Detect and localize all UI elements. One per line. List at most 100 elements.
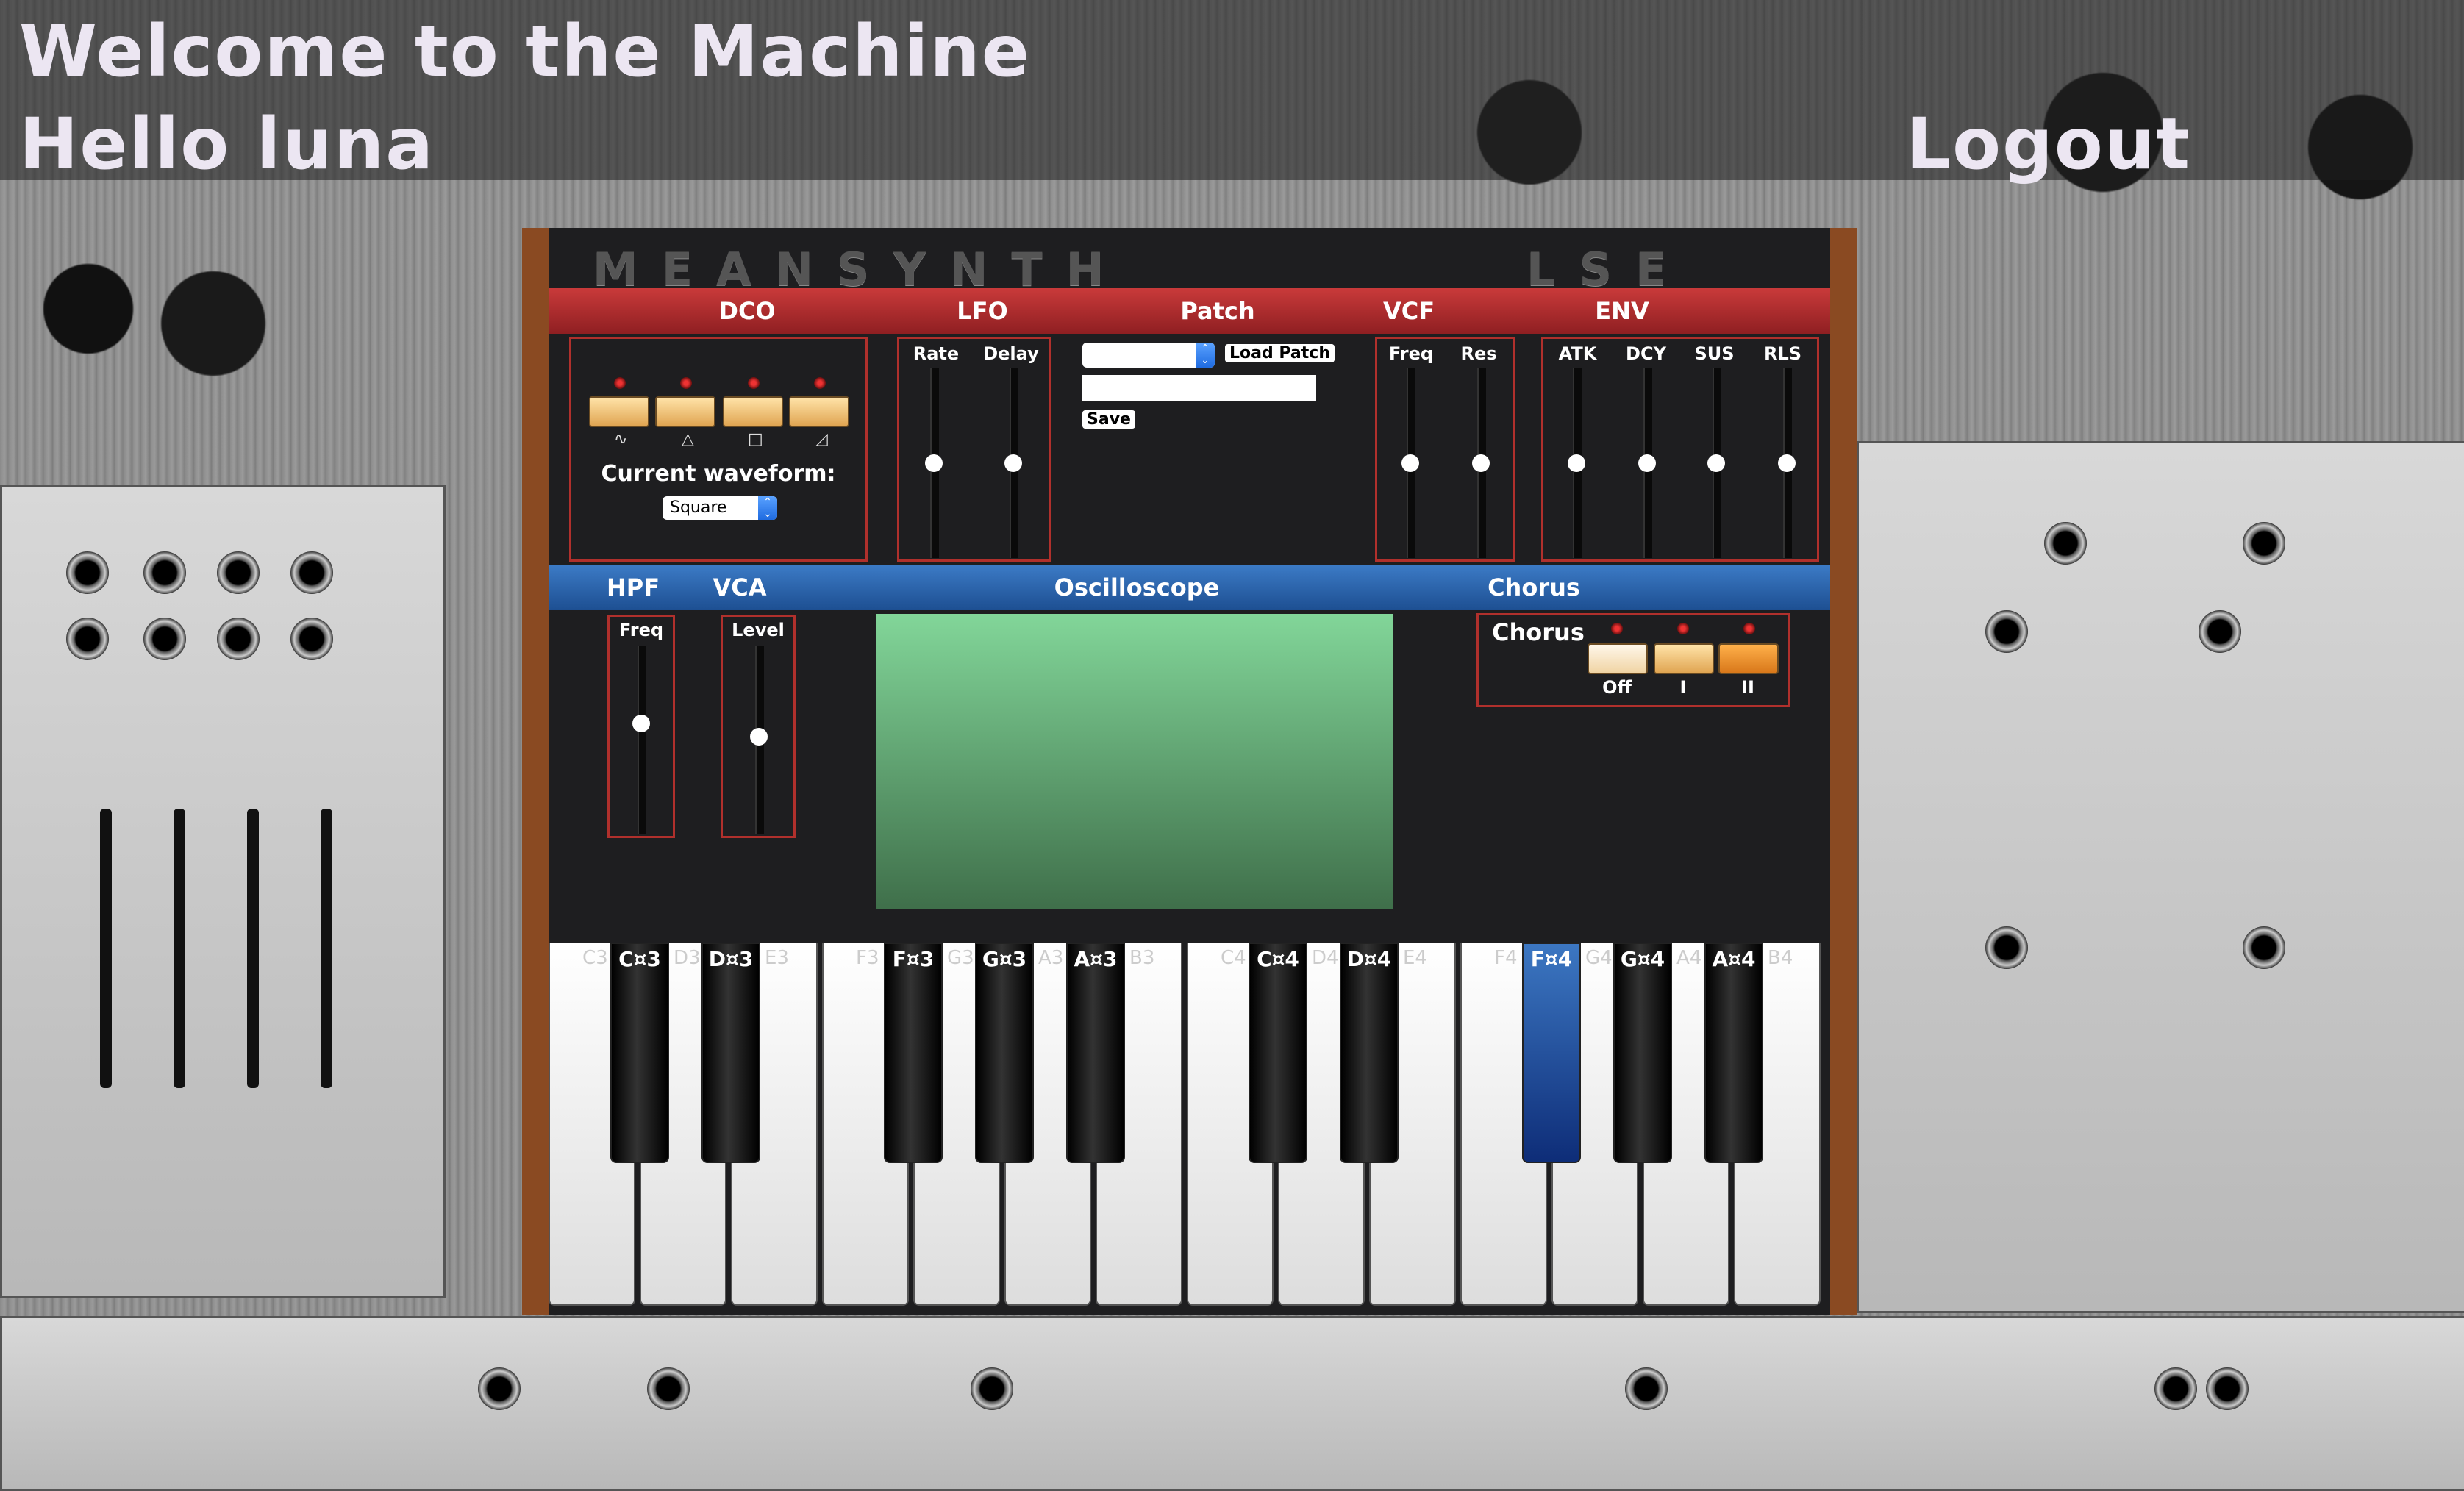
chorus-off-label: Off (1602, 677, 1632, 698)
black-key-label: C¤3 (618, 947, 661, 971)
top-section-bar: DCO LFO Patch VCF ENV (549, 288, 1830, 334)
white-key-label: D4 (1312, 947, 1339, 969)
black-key[interactable]: G¤4 (1613, 943, 1672, 1163)
lfo-delay-label: Delay (983, 343, 1039, 364)
waveform-select[interactable]: Square ⌃ ⌄ (663, 496, 777, 520)
chorus-2-button[interactable] (1718, 643, 1779, 674)
black-key-label: C¤4 (1257, 947, 1299, 971)
vcf-res-slider-thumb[interactable] (1472, 454, 1490, 472)
black-key[interactable]: A¤3 (1066, 943, 1125, 1163)
white-key-label: G4 (1585, 947, 1613, 969)
vca-module: Level (721, 615, 796, 838)
black-key[interactable]: D¤3 (701, 943, 760, 1163)
piano-keyboard: C3 D3 E3 F3 G3 A3 B3 C4 D4 E4 F4 G4 A4 B4 C¤3 D¤3 F¤3 G¤3… (549, 943, 1830, 1315)
white-key-label: D3 (674, 947, 701, 969)
vcf-freq-slider-thumb[interactable] (1401, 454, 1419, 472)
vcf-res-label: Res (1460, 343, 1497, 364)
select-arrows-icon: ⌃ ⌄ (758, 496, 777, 520)
lfo-module: Rate Delay (897, 337, 1051, 562)
black-key[interactable]: C¤4 (1249, 943, 1307, 1163)
chorus-2-label: II (1741, 677, 1754, 698)
env-release-label: RLS (1763, 343, 1802, 364)
hpf-freq-slider-track[interactable] (638, 646, 646, 834)
white-key-label: B3 (1129, 947, 1155, 969)
black-key[interactable]: D¤4 (1340, 943, 1399, 1163)
black-key-label: G¤3 (982, 947, 1027, 971)
chorus-label: Chorus (1492, 618, 1585, 646)
black-key-label: A¤4 (1712, 947, 1756, 971)
black-key-label: D¤4 (1346, 947, 1392, 971)
chorus-1-button[interactable] (1654, 643, 1714, 674)
oscilloscope-display (876, 614, 1393, 909)
square-icon: □ (748, 430, 763, 448)
env-sustain-slider-thumb[interactable] (1707, 454, 1725, 472)
triangle-icon: △ (682, 430, 694, 448)
save-patch-button[interactable]: Save (1082, 410, 1135, 429)
waveform-square-button[interactable] (723, 396, 783, 427)
dco-module: ∿ △ □ ◿ Current waveform: Square ⌃ ⌄ (569, 337, 868, 562)
section-oscilloscope: Oscilloscope (1054, 573, 1220, 601)
env-sustain-label: SUS (1694, 343, 1735, 364)
synth-panel: MEANSYNTH LSE DCO LFO Patch VCF ENV ∿ △ … (522, 228, 1857, 1315)
black-key-label: G¤4 (1620, 947, 1665, 971)
select-arrows-icon: ⌃ ⌄ (1196, 343, 1215, 368)
chorus-1-label: I (1679, 677, 1687, 698)
white-key-label: F3 (856, 947, 879, 969)
white-key-label: E4 (1403, 947, 1427, 969)
bottom-section-bar: HPF VCA Oscilloscope Chorus (549, 565, 1830, 610)
waveform-saw-button[interactable] (789, 396, 849, 427)
waveform-select-value: Square (670, 498, 727, 517)
patch-select[interactable]: ⌃ ⌄ (1082, 343, 1215, 368)
env-attack-label: ATK (1558, 343, 1597, 364)
lfo-rate-slider-thumb[interactable] (925, 454, 943, 472)
logout-link[interactable]: Logout (1906, 103, 2191, 185)
lfo-rate-label: Rate (913, 343, 960, 364)
user-greeting: Hello luna (19, 103, 435, 185)
black-key[interactable]: C¤3 (610, 943, 669, 1163)
white-key-label: C3 (582, 947, 608, 969)
waveform-led-saw (814, 377, 826, 389)
synth-body: MEANSYNTH LSE DCO LFO Patch VCF ENV ∿ △ … (549, 228, 1830, 1315)
black-key-label: F¤3 (892, 947, 935, 971)
waveform-led-triangle (680, 377, 692, 389)
env-decay-slider-thumb[interactable] (1638, 454, 1656, 472)
chorus-led-1 (1677, 623, 1689, 634)
saw-icon: ◿ (815, 430, 828, 448)
env-module: ATK DCY SUS RLS (1541, 337, 1819, 562)
waveform-triangle-button[interactable] (655, 396, 715, 427)
hpf-freq-label: Freq (618, 620, 664, 640)
chorus-module: Chorus Off I II (1476, 613, 1790, 707)
white-key-label: A3 (1038, 947, 1064, 969)
vca-level-label: Level (732, 620, 785, 640)
hpf-freq-slider-thumb[interactable] (632, 714, 650, 732)
waveform-led-sine (614, 377, 626, 389)
chorus-off-button[interactable] (1588, 643, 1648, 674)
white-key-label: G3 (947, 947, 974, 969)
black-key[interactable]: A¤4 (1704, 943, 1763, 1163)
vca-level-slider-thumb[interactable] (750, 728, 768, 746)
lfo-delay-slider-thumb[interactable] (1004, 454, 1022, 472)
black-key-label: A¤3 (1074, 947, 1118, 971)
white-key-label: A4 (1676, 947, 1702, 969)
black-key-label: F¤4 (1530, 947, 1573, 971)
section-lfo: LFO (957, 297, 1008, 325)
section-dco: DCO (718, 297, 776, 325)
black-key[interactable]: G¤3 (975, 943, 1034, 1163)
section-patch: Patch (1180, 297, 1255, 325)
black-key-label: D¤3 (708, 947, 754, 971)
env-attack-slider-thumb[interactable] (1568, 454, 1585, 472)
white-key-label: F4 (1494, 947, 1518, 969)
black-key-active[interactable]: F¤4 (1522, 943, 1581, 1163)
waveform-led-square (748, 377, 760, 389)
load-patch-button[interactable]: Load Patch (1225, 344, 1335, 362)
section-vca: VCA (713, 573, 767, 601)
section-env: ENV (1595, 297, 1649, 325)
black-key[interactable]: F¤3 (884, 943, 943, 1163)
chorus-led-off (1611, 623, 1623, 634)
white-key-label: C4 (1221, 947, 1246, 969)
sine-icon: ∿ (614, 430, 628, 448)
white-key-label: B4 (1768, 947, 1793, 969)
waveform-sine-button[interactable] (589, 396, 649, 427)
patch-name-input[interactable] (1082, 375, 1316, 401)
env-release-slider-thumb[interactable] (1778, 454, 1796, 472)
